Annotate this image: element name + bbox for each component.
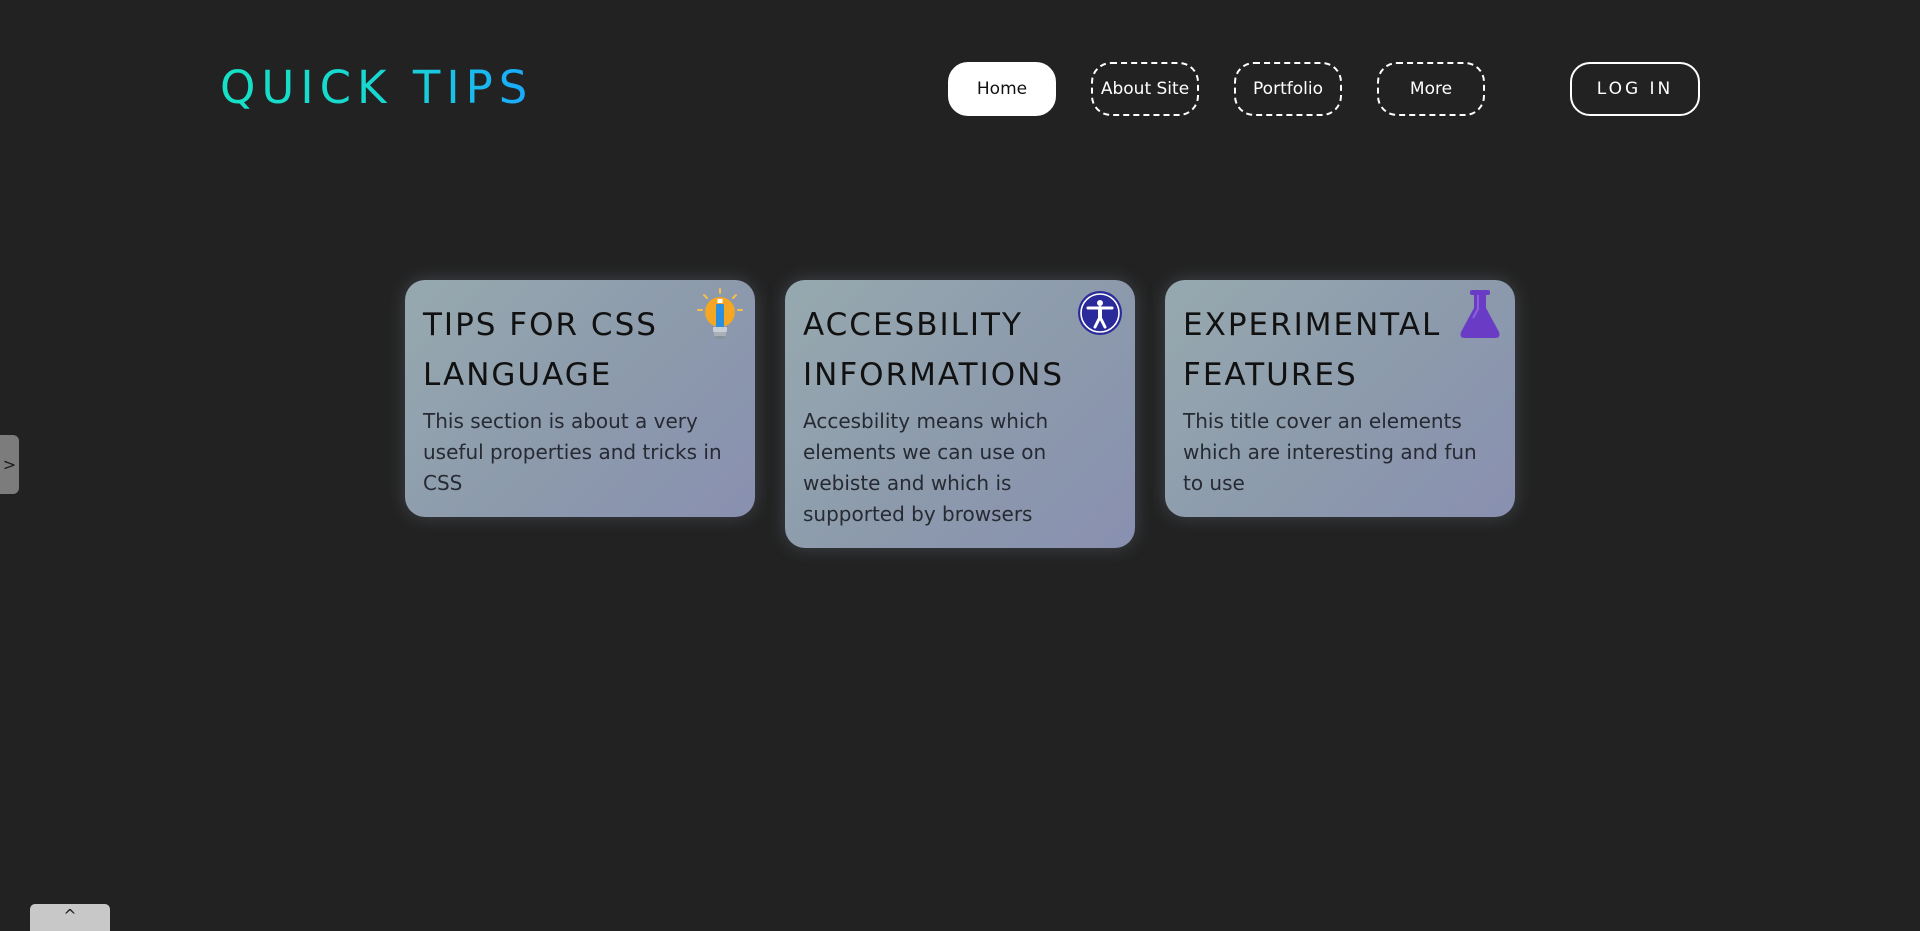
card-title: EXPERIMENTAL FEATURES <box>1183 307 1442 393</box>
card-accessibility[interactable]: ACCESBILITY INFORMATIONS Accesbility mea… <box>785 280 1135 548</box>
main-nav: Home About Site Portfolio More <box>948 62 1485 116</box>
card-description: This title cover an elements which are i… <box>1183 409 1477 495</box>
card-description: Accesbility means which elements we can … <box>803 409 1049 526</box>
nav-more-button[interactable]: More <box>1377 62 1485 116</box>
card-title: ACCESBILITY INFORMATIONS <box>803 307 1064 393</box>
nav-portfolio-button[interactable]: Portfolio <box>1234 62 1342 116</box>
login-button[interactable]: LOG IN <box>1570 62 1700 116</box>
card-title: TIPS FOR CSS LANGUAGE <box>423 307 658 393</box>
tips-cards: TIPS FOR CSS LANGUAGE This section is ab… <box>405 280 1515 548</box>
flask-icon <box>1460 290 1500 338</box>
card-description: This section is about a very useful prop… <box>423 409 722 495</box>
card-css-tips[interactable]: TIPS FOR CSS LANGUAGE This section is ab… <box>405 280 755 517</box>
nav-about-site-button[interactable]: About Site <box>1091 62 1199 116</box>
site-logo[interactable]: QUICK TIPS <box>220 58 533 118</box>
card-experimental[interactable]: EXPERIMENTAL FEATURES This title cover a… <box>1165 280 1515 517</box>
lightbulb-icon <box>697 288 743 339</box>
scroll-to-top-button[interactable]: ^ <box>30 904 110 931</box>
nav-home-button[interactable]: Home <box>948 62 1056 116</box>
side-panel-toggle[interactable]: > <box>0 435 19 494</box>
accessibility-icon <box>1078 291 1122 335</box>
